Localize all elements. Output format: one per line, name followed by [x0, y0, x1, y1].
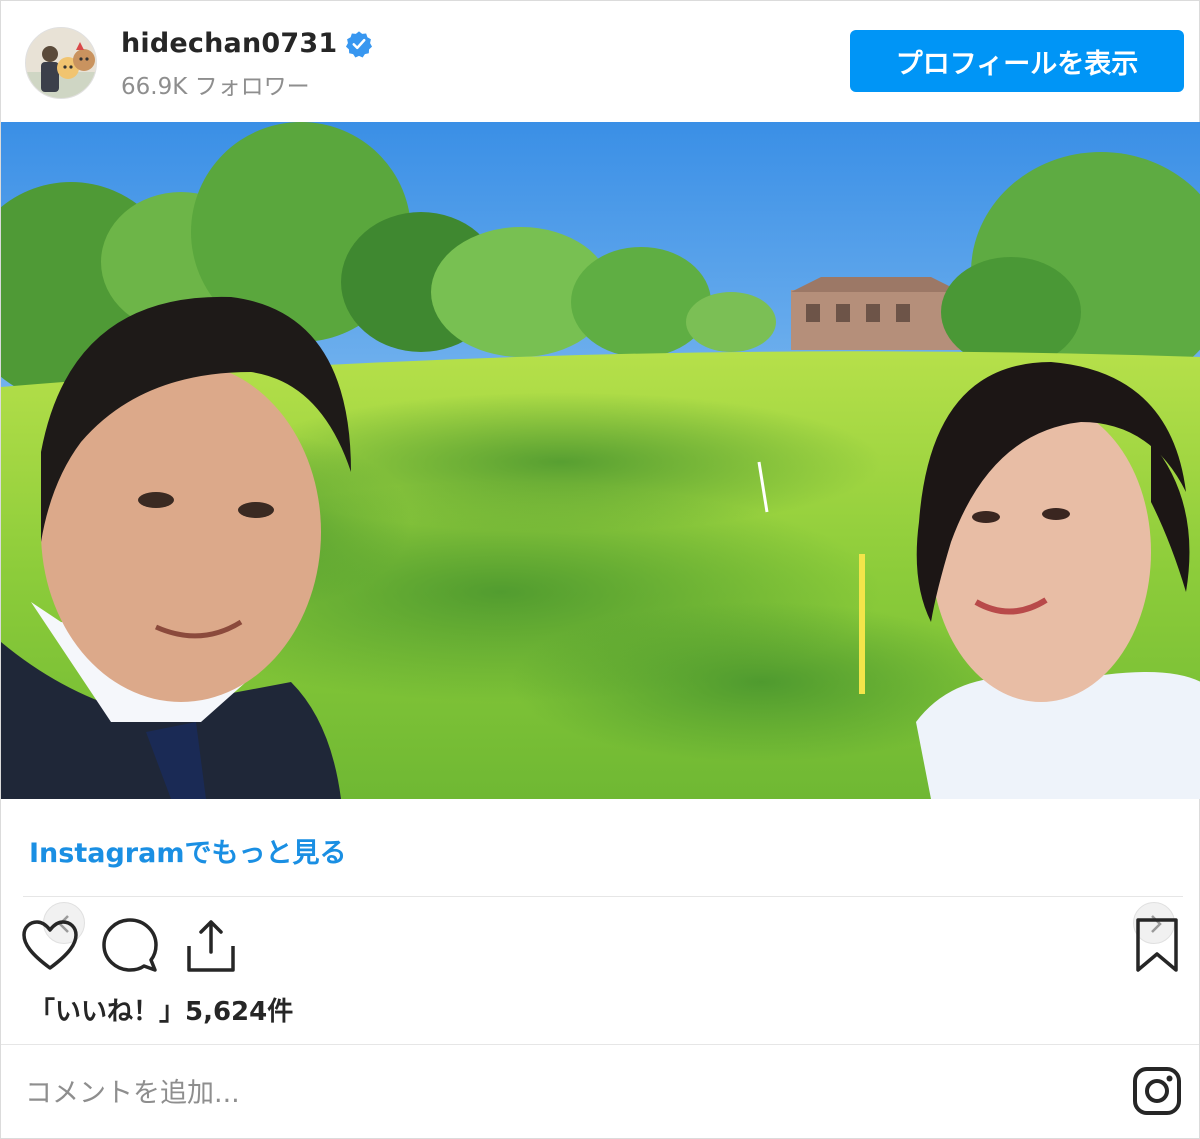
view-more-on-instagram-link[interactable]: Instagramでもっと見る: [29, 831, 346, 870]
verified-badge-icon: [346, 30, 373, 58]
follower-count: 66.9K フォロワー: [121, 74, 310, 100]
heart-icon[interactable]: [21, 918, 79, 972]
avatar[interactable]: [25, 27, 97, 99]
like-count[interactable]: 「いいね！」5,624件: [29, 991, 293, 1028]
post-photo-illustration: [1, 122, 1200, 799]
view-profile-button[interactable]: プロフィールを表示: [850, 30, 1184, 92]
comment-icon[interactable]: [101, 916, 159, 974]
instagram-embed-card: hidechan0731 66.9K フォロワー プロフィールを表示 Insta…: [0, 0, 1200, 1139]
username-row: hidechan0731: [121, 28, 373, 59]
username[interactable]: hidechan0731: [121, 28, 337, 59]
post-actions: [1, 902, 1199, 986]
comment-input[interactable]: [25, 1073, 1105, 1113]
post-image[interactable]: [1, 122, 1200, 799]
post-header: hidechan0731 66.9K フォロワー プロフィールを表示: [1, 1, 1199, 123]
bookmark-icon[interactable]: [1133, 916, 1181, 974]
instagram-icon[interactable]: [1132, 1066, 1182, 1116]
comment-row: [1, 1045, 1199, 1139]
divider: [23, 896, 1183, 897]
share-icon[interactable]: [183, 916, 239, 974]
